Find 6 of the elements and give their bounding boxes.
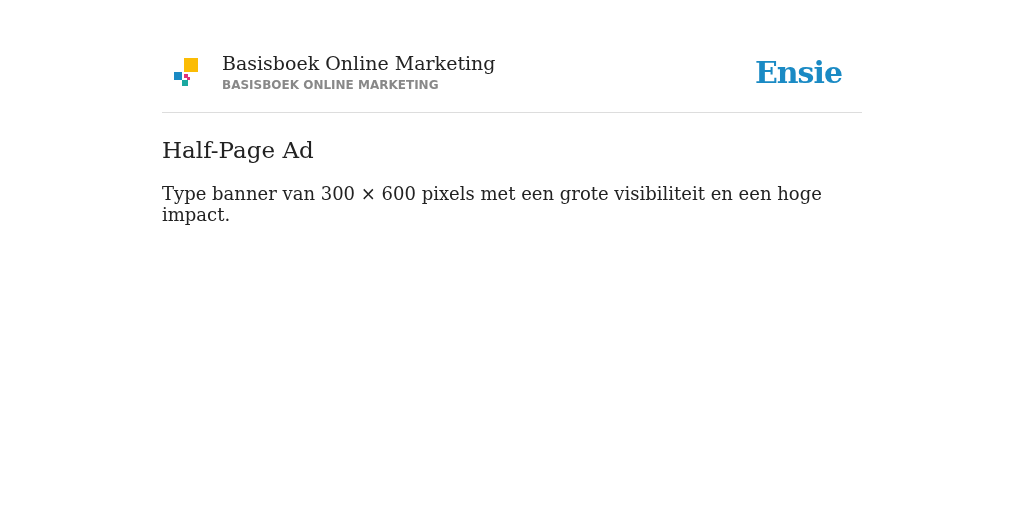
brand-logo-link[interactable]: Ensie xyxy=(754,54,842,90)
article-text: Type banner van 300 × 600 pixels met een grote visibiliteit en een hoge impact. xyxy=(162,183,823,225)
book-title: Basisboek Online Marketing xyxy=(222,52,497,74)
article-heading: Half-Page Ad xyxy=(162,137,315,163)
book-subtitle: BASISBOEK ONLINE MARKETING xyxy=(222,78,440,92)
book-logo-icon xyxy=(174,58,198,86)
